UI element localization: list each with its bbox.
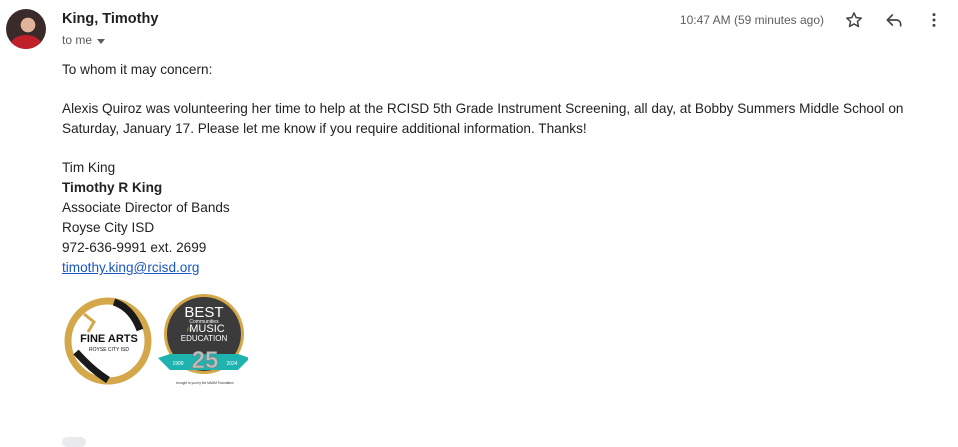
- chevron-down-icon: [97, 38, 106, 44]
- show-trimmed-content-button[interactable]: [62, 437, 86, 447]
- star-button[interactable]: [842, 8, 866, 32]
- reply-button[interactable]: [882, 8, 906, 32]
- more-options-button[interactable]: [922, 8, 946, 32]
- reply-icon: [886, 14, 902, 27]
- signature-name: Timothy R King: [62, 180, 163, 195]
- best-footer-text: brought to you by the NAMM Foundation: [176, 381, 234, 385]
- email-paragraph: Alexis Quiroz was volunteering her time …: [62, 101, 904, 136]
- avatar-figure: [10, 35, 42, 49]
- best-communities-logo: BEST Communities for MUSIC EDUCATION 25 …: [158, 294, 248, 385]
- sender-name[interactable]: King, Timothy: [62, 11, 158, 27]
- signature-phone: 972-636-9991 ext. 2699: [62, 240, 207, 255]
- best-education-text: EDUCATION: [181, 334, 228, 343]
- signature-email-link[interactable]: timothy.king@rcisd.org: [62, 260, 199, 275]
- signature-org: Royse City ISD: [62, 220, 155, 235]
- signature-logos: FINE ARTS ROYSE CITY ISD BEST Communitie…: [64, 294, 248, 385]
- star-icon: [846, 12, 862, 28]
- sender-avatar[interactable]: [6, 9, 46, 49]
- fine-arts-title: FINE ARTS: [80, 333, 138, 345]
- email-signoff: Tim King: [62, 160, 116, 175]
- more-vert-icon: [932, 13, 936, 27]
- signature-title: Associate Director of Bands: [62, 200, 230, 215]
- recipient-label: to me: [62, 33, 93, 47]
- recipient-details-toggle[interactable]: to me: [62, 33, 106, 47]
- email-body: To whom it may concern: Alexis Quiroz wa…: [62, 60, 942, 278]
- fine-arts-logo: FINE ARTS ROYSE CITY ISD: [64, 297, 152, 385]
- email-greeting: To whom it may concern:: [62, 62, 213, 77]
- best-year-end: 2024: [226, 361, 237, 367]
- best-year-start: 1999: [172, 361, 183, 367]
- email-timestamp: 10:47 AM (59 minutes ago): [679, 13, 824, 27]
- fine-arts-subtitle: ROYSE CITY ISD: [89, 347, 129, 353]
- best-anniversary-number: 25: [192, 347, 219, 374]
